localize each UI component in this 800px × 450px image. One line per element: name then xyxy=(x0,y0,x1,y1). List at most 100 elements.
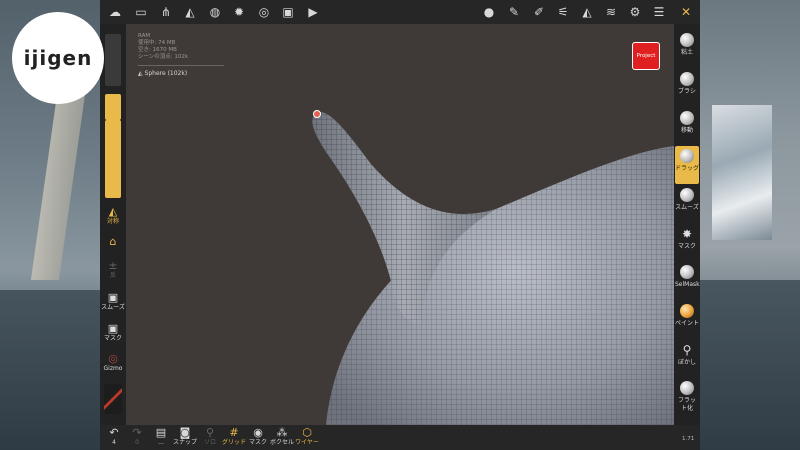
wireframe-icon: ⬡ xyxy=(302,426,312,439)
snap-label: スナップ xyxy=(172,439,197,446)
tool-drag[interactable]: ドラッグ xyxy=(675,146,699,184)
camera-icon: ◙ xyxy=(179,426,191,439)
tool-label: SelMask xyxy=(675,281,700,288)
background-floor xyxy=(0,290,100,450)
logo-text: ijigen xyxy=(23,46,93,70)
stats-overlay: RAM 使用中: 74 MB 空き: 1670 MB シーンの頂点: 102k … xyxy=(138,33,224,77)
gizmo-label: Gizmo xyxy=(103,365,123,372)
drag-point-marker xyxy=(313,110,321,118)
sculpt-mesh xyxy=(312,110,674,425)
tool-move[interactable]: 移動 xyxy=(675,108,699,146)
mask-brush-icon: ✸ xyxy=(681,227,693,241)
tool-label: スムーズ xyxy=(675,204,699,211)
voxel-icon: ⁂ xyxy=(276,426,288,439)
tool-clay[interactable]: 粘土 xyxy=(675,30,699,68)
app-window: RAM 使用中: 74 MB 空き: 1670 MB シーンの頂点: 102k … xyxy=(100,0,700,450)
stats-vertices: シーンの頂点: 102k xyxy=(138,54,189,60)
voxel-button[interactable]: ⁂ ボクセル xyxy=(268,427,296,449)
tool-label: フラット化 xyxy=(677,397,696,412)
radius-slider[interactable] xyxy=(105,34,121,120)
radius-handle[interactable] xyxy=(105,94,121,112)
color-swatch[interactable] xyxy=(104,384,122,414)
smooth-icon xyxy=(680,188,694,202)
shape-icon[interactable]: ◭ xyxy=(181,3,199,21)
cloud-icon[interactable]: ☁ xyxy=(106,3,124,21)
tool-label: ペイント xyxy=(675,320,700,327)
tool-label: 移動 xyxy=(680,127,693,134)
intensity-slider[interactable] xyxy=(105,120,121,198)
drag-icon xyxy=(680,149,694,163)
scene-item-label: Sphere (102k) xyxy=(144,70,188,77)
tool-mask[interactable]: ✸ マスク xyxy=(675,224,699,262)
intensity-slider-fill xyxy=(105,120,121,198)
sliders-icon[interactable]: ☰ xyxy=(650,3,668,21)
plus-minus-icon: ± xyxy=(108,259,118,272)
wireframe-button[interactable]: ⬡ ワイヤー xyxy=(293,427,321,449)
flatten-icon xyxy=(680,381,694,395)
image-icon[interactable]: ▣ xyxy=(279,3,297,21)
bottom-toolbar: ↶ 4 ↷ 0 ▤… ◙ スナップ ⚲ ソロ # グリッド ◉ マスク ⁂ ボクセル ⬡ ワイヤ… xyxy=(100,425,700,450)
scene-graph-icon[interactable]: ⋔ xyxy=(157,3,175,21)
background-right xyxy=(700,0,800,450)
tool-brush[interactable]: ブラシ xyxy=(675,69,699,107)
tool-label: ドラッグ xyxy=(675,165,700,172)
lock-icon: ⌂ xyxy=(109,235,117,248)
3d-viewport[interactable] xyxy=(126,24,674,425)
tool-label: ぼかし xyxy=(677,359,696,366)
tool-selmask[interactable]: SelMask xyxy=(675,262,700,300)
paint-icon xyxy=(680,304,694,318)
reverse-label: 反 xyxy=(109,272,116,279)
lock-toggle[interactable]: ⌂ xyxy=(100,236,126,248)
brush-settings-icon[interactable]: ⚟ xyxy=(554,3,572,21)
version-label: 1.71 xyxy=(682,436,695,442)
mask-shortcut[interactable]: ▣ マスク xyxy=(100,323,126,343)
smooth-shortcut-icon: ▣ xyxy=(107,291,119,304)
background-window xyxy=(712,105,772,240)
gizmo-icon: ◎ xyxy=(108,352,118,365)
gizmo-button[interactable]: ◎ Gizmo xyxy=(100,353,126,373)
picker-icon[interactable]: ✐ xyxy=(530,3,548,21)
voxel-label: ボクセル xyxy=(269,439,294,446)
blur-icon: ⚲ xyxy=(682,343,692,357)
folder-icon[interactable]: ▭ xyxy=(132,3,150,21)
mask-shortcut-icon: ▣ xyxy=(107,322,119,335)
smooth-shortcut-label: スムーズ xyxy=(101,304,125,311)
right-tools-panel: 粘土 ブラシ 移動 ドラッグ スムーズ ✸ マスク SelMask ペイント ⚲ ぼ… xyxy=(674,24,700,425)
mask-shortcut-label: マスク xyxy=(103,335,122,342)
tool-flatten[interactable]: フラット化 xyxy=(675,378,699,422)
pen-icon[interactable]: ✎ xyxy=(505,3,523,21)
symmetry-toggle[interactable]: ◭ 対称 xyxy=(100,206,126,226)
tools-icon[interactable]: ✕ xyxy=(677,3,695,21)
material-ball-icon[interactable]: ● xyxy=(480,3,498,21)
smooth-shortcut[interactable]: ▣ スムーズ xyxy=(100,292,126,312)
light-icon[interactable]: ✹ xyxy=(230,3,248,21)
selmask-icon xyxy=(680,265,694,279)
tool-blur[interactable]: ⚲ ぼかし xyxy=(675,340,699,378)
tool-paint[interactable]: ペイント xyxy=(675,301,699,339)
topology-icon[interactable]: ◭ xyxy=(578,3,596,21)
stats-used: 使用中: 74 MB xyxy=(138,40,176,46)
gear-icon[interactable]: ⚙ xyxy=(626,3,644,21)
tool-smooth[interactable]: スムーズ xyxy=(675,185,699,223)
move-icon xyxy=(680,111,694,125)
background-floor-right xyxy=(700,280,800,450)
background-beam xyxy=(30,80,88,280)
clay-icon xyxy=(680,33,694,47)
top-toolbar: ☁ ▭ ⋔ ◭ ◍ ✹ ◎ ▣ ▶ ● ✎ ✐ ⚟ ◭ ≋ ⚙ ☰ ✕ xyxy=(100,0,700,24)
channel-logo: ijigen xyxy=(12,12,104,104)
scene-item[interactable]: ◭ Sphere (102k) xyxy=(138,70,224,77)
project-button[interactable]: Project xyxy=(632,42,660,70)
symmetry-icon: ◭ xyxy=(108,205,118,218)
reverse-toggle[interactable]: ± 反 xyxy=(100,260,126,280)
symmetry-label: 対称 xyxy=(106,218,119,225)
material-icon[interactable]: ◎ xyxy=(255,3,273,21)
snap-button[interactable]: ◙ スナップ xyxy=(171,427,199,449)
stats-free: 空き: 1670 MB xyxy=(138,47,177,53)
stats-ram: RAM xyxy=(138,33,151,39)
video-icon[interactable]: ▶ xyxy=(304,3,322,21)
globe-icon[interactable]: ◍ xyxy=(206,3,224,21)
layers-icon[interactable]: ≋ xyxy=(602,3,620,21)
tool-label: ブラシ xyxy=(678,88,696,95)
stats-divider xyxy=(138,65,224,66)
brush-icon xyxy=(680,72,694,86)
